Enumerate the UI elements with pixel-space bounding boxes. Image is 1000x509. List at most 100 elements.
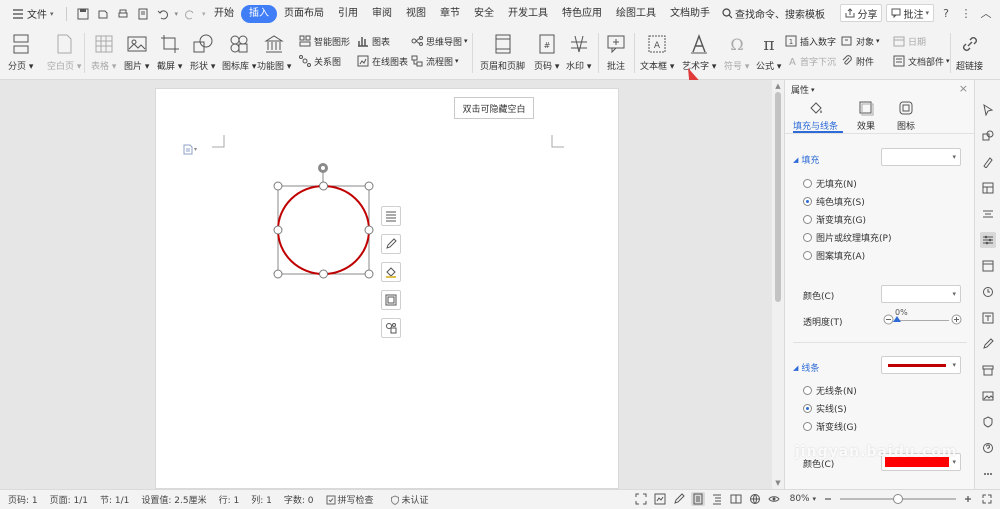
comment-button[interactable]: 批注 ▾ <box>886 4 934 22</box>
file-menu[interactable]: 文件 ▾ <box>8 6 58 21</box>
drop-cap-button[interactable]: A 首字下沉 <box>784 53 836 69</box>
print-icon[interactable] <box>115 6 131 22</box>
comment-insert-button[interactable]: 批注 <box>604 32 628 72</box>
tab-insert[interactable]: 插入 <box>241 4 277 23</box>
textbox-button[interactable]: A 文本框 ▾ <box>640 32 674 72</box>
status-section[interactable]: 节: 1/1 <box>100 493 129 506</box>
plus-circle-icon[interactable] <box>951 314 962 325</box>
share-button[interactable]: 分享 <box>840 4 883 22</box>
output-icon[interactable] <box>95 6 111 22</box>
edit-mode-icon[interactable] <box>672 492 686 506</box>
page-view-icon[interactable] <box>690 492 705 506</box>
status-page-number[interactable]: 页码: 1 <box>8 493 38 506</box>
tab-home[interactable]: 开始 <box>207 5 241 23</box>
fill-option-solid[interactable]: 纯色填充(S) <box>803 195 865 208</box>
scrollbar-thumb[interactable] <box>775 92 781 302</box>
line-option-solid[interactable]: 实线(S) <box>803 402 847 415</box>
tab-references[interactable]: 引用 <box>331 5 365 23</box>
tab-features[interactable]: 特色应用 <box>555 5 609 23</box>
tab-drawing-tools[interactable]: 绘图工具 <box>609 5 663 23</box>
close-icon[interactable]: × <box>959 82 968 95</box>
object-button[interactable]: 对象 ▾ <box>840 33 880 49</box>
zoom-level[interactable]: 80% ▾ <box>790 494 816 504</box>
doc-parts-button[interactable]: 文档部件 ▾ <box>892 53 950 69</box>
fullscreen-icon[interactable] <box>980 492 994 506</box>
outline-style-button[interactable] <box>381 234 401 254</box>
picture-button[interactable]: 图片 ▾ <box>124 32 149 72</box>
web-view-icon[interactable] <box>748 492 762 506</box>
tab-section[interactable]: 章节 <box>433 5 467 23</box>
align-icon[interactable] <box>980 206 996 222</box>
help-icon[interactable]: ? <box>938 5 954 21</box>
smart-shape-button[interactable]: 智能图形 <box>298 33 350 49</box>
status-column[interactable]: 列: 1 <box>251 493 272 506</box>
fill-preset-combo[interactable]: ▾ <box>881 148 961 166</box>
image-icon[interactable] <box>980 388 996 404</box>
panel-title[interactable]: 属性 ▾ <box>791 83 815 97</box>
fill-color-picker[interactable]: ▾ <box>881 285 961 303</box>
online-chart-button[interactable]: 在线图表 <box>356 53 408 69</box>
layout-options-button[interactable] <box>381 206 401 226</box>
watermark-button[interactable]: 水印 ▾ <box>566 32 591 72</box>
zoom-out-icon[interactable] <box>821 492 835 506</box>
attachment-button[interactable]: 附件 <box>840 53 874 69</box>
fill-option-pattern[interactable]: 图案填充(A) <box>803 249 865 262</box>
hyperlink-button[interactable]: 超链接 <box>956 32 983 72</box>
page-break-button[interactable]: 分页 ▾ <box>8 32 33 72</box>
status-page-count[interactable]: 页面: 1/1 <box>50 493 88 506</box>
layout-icon[interactable] <box>980 180 996 196</box>
relation-chart-button[interactable]: 关系图 <box>298 53 341 69</box>
status-word-count[interactable]: 字数: 0 <box>284 493 314 506</box>
tab-view[interactable]: 视图 <box>399 5 433 23</box>
security-icon[interactable] <box>980 414 996 430</box>
backup-icon[interactable] <box>980 284 996 300</box>
fill-option-none[interactable]: 无填充(N) <box>803 177 857 190</box>
tab-page-layout[interactable]: 页面布局 <box>277 5 331 23</box>
tab-effects[interactable]: 效果 <box>857 100 875 132</box>
certification-status[interactable]: 未认证 <box>390 493 429 506</box>
icon-library-button[interactable]: 图标库 ▾ <box>222 32 256 72</box>
shapes-panel-icon[interactable] <box>980 128 996 144</box>
zoom-in-icon[interactable] <box>961 492 975 506</box>
fill-option-picture[interactable]: 图片或纹理填充(P) <box>803 231 891 244</box>
transparency-slider[interactable] <box>897 320 949 321</box>
line-option-none[interactable]: 无线条(N) <box>803 384 857 397</box>
shape-effects-button[interactable] <box>381 318 401 338</box>
zoom-slider-knob[interactable] <box>893 494 903 504</box>
outline-view-icon[interactable] <box>710 492 724 506</box>
edit-icon[interactable] <box>980 336 996 352</box>
style-icon[interactable] <box>980 154 996 170</box>
archive-icon[interactable] <box>980 362 996 378</box>
status-row[interactable]: 行: 1 <box>219 493 240 506</box>
focus-mode-icon[interactable] <box>653 492 667 506</box>
more-icon[interactable]: ⋮ <box>958 5 974 21</box>
page-number-button[interactable]: # 页码 ▾ <box>534 32 559 72</box>
line-preset-combo[interactable]: ▾ <box>881 356 961 374</box>
line-section-header[interactable]: ◢ 线条 <box>793 361 819 375</box>
fill-option-gradient[interactable]: 渐变填充(G) <box>803 213 866 226</box>
redo-icon[interactable] <box>182 6 198 22</box>
eye-protection-icon[interactable] <box>767 492 781 506</box>
transparency-knob[interactable] <box>893 316 901 322</box>
insert-number-button[interactable]: 1 插入数字 <box>784 33 836 49</box>
preview-icon[interactable] <box>135 6 151 22</box>
function-chart-button[interactable]: 功能图 ▾ <box>257 32 291 72</box>
zoom-slider[interactable] <box>840 493 956 505</box>
line-option-gradient[interactable]: 渐变线(G) <box>803 420 857 433</box>
formula-button[interactable]: π 公式 ▾ <box>756 32 781 72</box>
border-style-button[interactable] <box>381 290 401 310</box>
help-side-icon[interactable] <box>980 440 996 456</box>
tab-developer[interactable]: 开发工具 <box>501 5 555 23</box>
document-scrollbar[interactable]: ▲ ▼ <box>772 80 784 489</box>
chart-button[interactable]: 图表 <box>356 33 390 49</box>
command-search[interactable]: 查找命令、搜索模板 <box>717 6 830 21</box>
spellcheck-toggle[interactable]: 拼写检查 <box>326 493 374 506</box>
flowchart-button[interactable]: 流程图 ▾ <box>410 53 459 69</box>
gallery-icon[interactable] <box>980 258 996 274</box>
document-page[interactable]: 双击可隐藏空白 ▾ <box>155 88 619 489</box>
tab-fill-line[interactable]: 填充与线条 <box>793 100 838 132</box>
select-icon[interactable] <box>980 102 996 118</box>
date-button[interactable]: 日期 <box>892 33 926 49</box>
document-area[interactable]: 双击可隐藏空白 ▾ <box>0 80 772 489</box>
screenshot-button[interactable]: 截屏 ▾ <box>157 32 182 72</box>
